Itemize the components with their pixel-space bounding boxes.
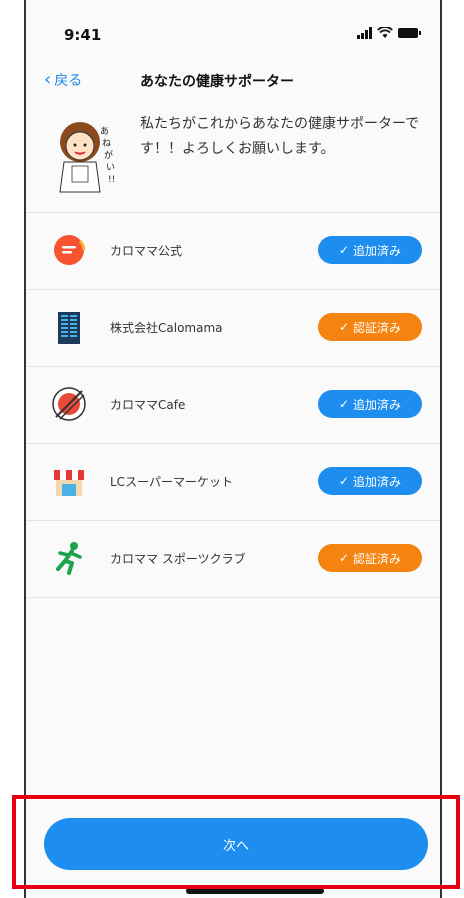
checkmark-icon: ✓	[338, 397, 350, 411]
next-button-highlight	[12, 795, 460, 889]
svg-text:あ: あ	[100, 126, 109, 137]
store-awning-icon	[50, 462, 88, 500]
wifi-icon	[377, 27, 393, 38]
supporter-row[interactable]: LCスーパーマーケット ✓ 追加済み	[26, 443, 440, 520]
svg-text:が: が	[104, 149, 113, 161]
supporter-name: LCスーパーマーケット	[110, 475, 233, 489]
calomama-chat-icon	[50, 231, 88, 269]
status-icons	[357, 27, 421, 39]
cafe-plate-icon	[50, 385, 88, 423]
status-badge[interactable]: ✓ 追加済み	[318, 236, 422, 264]
supporter-row[interactable]: カロママ スポーツクラブ ✓ 認証済み	[26, 520, 440, 598]
status-label: 追加済み	[353, 243, 402, 258]
status-label: 追加済み	[353, 397, 402, 412]
status-badge[interactable]: ✓ 追加済み	[318, 390, 422, 418]
navigation-bar: ‹ 戻る あなたの健康サポーター	[26, 62, 440, 98]
signal-icon	[357, 27, 372, 39]
status-badge[interactable]: ✓ 追加済み	[318, 467, 422, 495]
building-icon	[50, 308, 88, 346]
checkmark-icon: ✓	[338, 474, 350, 488]
svg-text:ね: ね	[102, 138, 111, 149]
supporter-name: カロママCafe	[110, 398, 186, 412]
mascot-avatar: あ ね が い !!	[59, 122, 115, 193]
battery-icon	[398, 28, 421, 38]
intro-message: 私たちがこれからあなたの健康サポーターです！！よろしくお願いします。	[140, 116, 420, 157]
phone-screen: 9:41 ‹ 戻る あなたの健康サポーター あ ね が い !! 私たちがこれか…	[24, 0, 442, 898]
checkmark-icon: ✓	[338, 551, 350, 565]
supporter-row[interactable]: カロママ公式 ✓ 追加済み	[26, 212, 440, 289]
back-label: 戻る	[54, 73, 83, 89]
svg-text:!!: !!	[108, 175, 115, 185]
page-title: あなたの健康サポーター	[140, 74, 294, 90]
status-label: 認証済み	[353, 320, 402, 335]
svg-text:い: い	[106, 163, 115, 173]
status-badge[interactable]: ✓ 認証済み	[318, 544, 422, 572]
status-label: 認証済み	[353, 551, 402, 566]
chevron-left-icon: ‹	[44, 69, 52, 90]
supporter-list: カロママ公式 ✓ 追加済み 株式会社Calomama ✓ 認証済み カロママCafe ✓ 追加済…	[26, 212, 440, 598]
status-badge[interactable]: ✓ 認証済み	[318, 313, 422, 341]
status-label: 追加済み	[353, 474, 402, 489]
supporter-row[interactable]: 株式会社Calomama ✓ 認証済み	[26, 289, 440, 366]
checkmark-icon: ✓	[338, 320, 350, 334]
back-button[interactable]: ‹ 戻る	[44, 70, 82, 90]
running-person-icon	[50, 539, 88, 577]
supporter-name: カロママ公式	[110, 244, 183, 258]
supporter-name: 株式会社Calomama	[110, 321, 223, 335]
supporter-row[interactable]: カロママCafe ✓ 追加済み	[26, 366, 440, 443]
status-time: 9:41	[64, 26, 102, 44]
status-bar: 9:41	[26, 0, 440, 62]
supporter-name: カロママ スポーツクラブ	[110, 552, 246, 566]
checkmark-icon: ✓	[338, 243, 350, 257]
intro-section: あ ね が い !! 私たちがこれからあなたの健康サポーターです！！よろしくお願…	[26, 106, 440, 210]
